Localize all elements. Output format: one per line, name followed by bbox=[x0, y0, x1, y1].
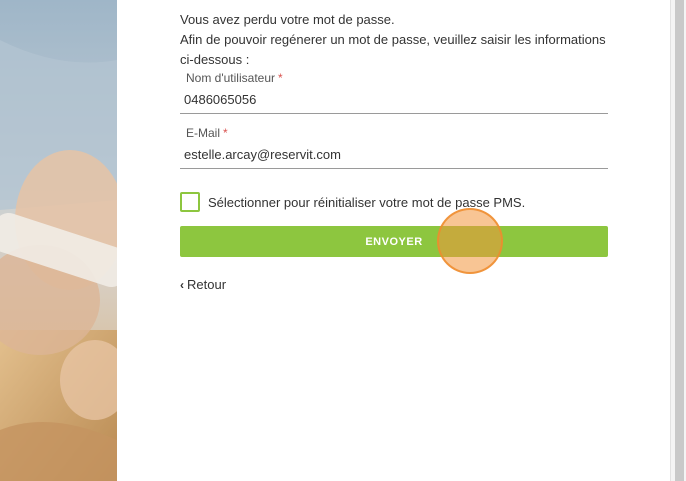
submit-button[interactable]: ENVOYER bbox=[180, 226, 608, 257]
username-field-group: Nom d'utilisateur * bbox=[180, 70, 608, 114]
scrollbar-thumb[interactable] bbox=[675, 0, 684, 481]
password-recovery-page: Vous avez perdu votre mot de passe. Afin… bbox=[0, 0, 686, 481]
username-input[interactable] bbox=[180, 86, 608, 114]
pms-reset-checkbox-label[interactable]: Sélectionner pour réinitialiser votre mo… bbox=[208, 195, 525, 210]
scrollbar[interactable] bbox=[670, 0, 686, 481]
email-label-text: E-Mail bbox=[186, 126, 221, 140]
side-background-photo bbox=[0, 0, 117, 481]
required-mark: * bbox=[278, 71, 283, 85]
email-label: E-Mail * bbox=[180, 125, 608, 141]
pms-reset-option: Sélectionner pour réinitialiser votre mo… bbox=[180, 191, 608, 213]
email-input[interactable] bbox=[180, 141, 608, 169]
chevron-left-icon: ‹ bbox=[180, 277, 184, 292]
required-mark: * bbox=[223, 126, 228, 140]
intro-line-lost-password: Vous avez perdu votre mot de passe. bbox=[180, 12, 395, 27]
intro-text: Vous avez perdu votre mot de passe. Afin… bbox=[180, 10, 608, 70]
username-label: Nom d'utilisateur * bbox=[180, 70, 608, 86]
recovery-form: Vous avez perdu votre mot de passe. Afin… bbox=[180, 0, 608, 294]
username-label-text: Nom d'utilisateur bbox=[186, 71, 275, 85]
email-field-group: E-Mail * bbox=[180, 125, 608, 169]
main-panel: Vous avez perdu votre mot de passe. Afin… bbox=[117, 0, 670, 481]
pms-reset-checkbox[interactable] bbox=[180, 192, 200, 212]
intro-line-instructions: Afin de pouvoir regénerer un mot de pass… bbox=[180, 32, 606, 67]
back-link-label: Retour bbox=[187, 277, 227, 292]
back-link[interactable]: ‹ Retour bbox=[180, 277, 226, 292]
